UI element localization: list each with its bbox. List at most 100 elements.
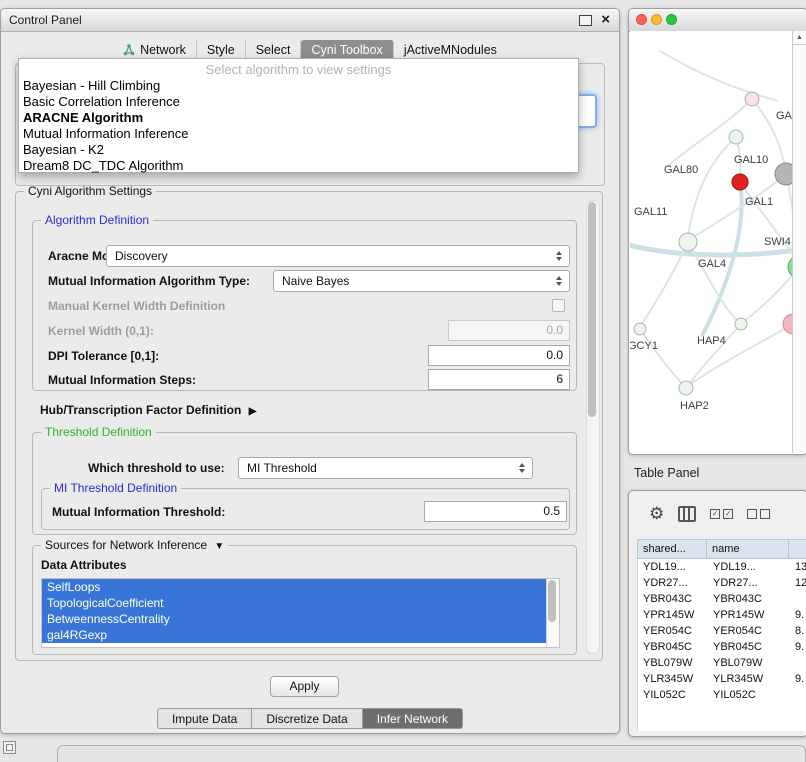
- mi-steps-field[interactable]: 6: [428, 369, 570, 390]
- network-scrollbar[interactable]: ▲: [792, 31, 806, 453]
- kernel-width-field[interactable]: 0.0: [448, 320, 570, 341]
- group-title: Algorithm Definition: [41, 213, 153, 227]
- manual-kernel-label: Manual Kernel Width Definition: [48, 295, 225, 317]
- kernel-width-label: Kernel Width (0,1):: [48, 320, 154, 342]
- tab-style[interactable]: Style: [197, 40, 246, 60]
- scroll-up-icon[interactable]: ▲: [793, 31, 806, 45]
- node-label: SWI4: [764, 236, 791, 248]
- table-row[interactable]: YDR27...YDR27...12: [638, 575, 806, 591]
- close-icon[interactable]: ×: [601, 9, 610, 31]
- deselect-all-icon[interactable]: [747, 509, 770, 519]
- node-label: HAP4: [697, 335, 726, 347]
- tab-select[interactable]: Select: [246, 40, 302, 60]
- mi-algorithm-type-label: Mutual Information Algorithm Type:: [48, 270, 250, 292]
- group-title: MI Threshold Definition: [50, 481, 181, 495]
- attribute-item[interactable]: gal4RGexp: [42, 627, 547, 643]
- algorithm-option[interactable]: Mutual Information Inference: [19, 126, 578, 142]
- control-panel-window: Control Panel × Network Style Selec: [0, 8, 620, 734]
- columns-icon[interactable]: [678, 506, 696, 522]
- tab-infer-network[interactable]: Infer Network: [363, 708, 463, 729]
- which-threshold-label: Which threshold to use:: [88, 457, 225, 479]
- column-header[interactable]: [789, 539, 806, 559]
- gear-icon[interactable]: ⚙: [649, 504, 664, 524]
- table-panel-title: Table Panel: [634, 466, 699, 480]
- table-toolbar: ⚙ ✓ ✓: [629, 499, 806, 529]
- control-panel-titlebar: Control Panel ×: [1, 9, 619, 32]
- desktop: Control Panel × Network Style Selec: [0, 0, 806, 762]
- minimize-traffic-light[interactable]: [651, 14, 662, 25]
- table-row[interactable]: YER054CYER054C8.: [638, 623, 806, 639]
- node-table: shared... name YDL19...YDL19...13 YDR27.…: [637, 539, 806, 731]
- network-view-window: GAL GAL80 GAL10 GAL11 GAL1 SWI4 GAL4 GCY…: [628, 8, 806, 455]
- algorithm-option[interactable]: Dream8 DC_TDC Algorithm: [19, 158, 578, 174]
- mi-threshold-field[interactable]: 0.5: [424, 501, 567, 522]
- apply-button[interactable]: Apply: [270, 676, 339, 697]
- attribute-item[interactable]: SelfLoops: [42, 579, 547, 595]
- network-node[interactable]: [634, 323, 646, 335]
- table-header-row: shared... name: [637, 539, 806, 559]
- scrollbar-thumb[interactable]: [588, 202, 596, 417]
- table-row[interactable]: YBR043CYBR043C: [638, 591, 806, 607]
- group-title: Threshold Definition: [41, 425, 156, 439]
- network-node[interactable]: [679, 233, 697, 251]
- tab-impute-data[interactable]: Impute Data: [157, 708, 252, 729]
- network-node[interactable]: [729, 130, 743, 144]
- node-label: GAL80: [664, 164, 698, 176]
- table-row[interactable]: YPR145WYPR145W9.: [638, 607, 806, 623]
- attribute-item[interactable]: BetweennessCentrality: [42, 611, 547, 627]
- network-node[interactable]: [735, 318, 747, 330]
- node-label: HAP2: [680, 400, 709, 412]
- network-node[interactable]: [679, 381, 693, 395]
- network-node[interactable]: [745, 92, 759, 106]
- column-header[interactable]: shared...: [637, 539, 707, 559]
- table-panel-window: ⚙ ✓ ✓ shared... name YDL19...YDL19...13 …: [628, 490, 806, 737]
- mi-threshold-label: Mutual Information Threshold:: [52, 501, 225, 523]
- node-label: GAL1: [745, 196, 773, 208]
- network-node-red[interactable]: [732, 174, 748, 190]
- table-row[interactable]: YBL079WYBL079W: [638, 655, 806, 671]
- caret-right-icon: ▶: [249, 406, 257, 417]
- zoom-traffic-light[interactable]: [666, 14, 677, 25]
- aracne-mode-combo[interactable]: Discovery: [106, 245, 570, 267]
- manual-kernel-checkbox[interactable]: [552, 299, 565, 312]
- algorithm-option[interactable]: Bayesian - K2: [19, 142, 578, 158]
- select-all-icon[interactable]: ✓ ✓: [710, 509, 733, 519]
- algorithm-option[interactable]: Basic Correlation Inference: [19, 94, 578, 110]
- column-header[interactable]: name: [707, 539, 789, 559]
- bottom-tabbar: Impute Data Discretize Data Infer Networ…: [1, 708, 619, 729]
- algorithm-option-selected[interactable]: ARACNE Algorithm: [19, 110, 578, 126]
- hub-definition-toggle[interactable]: Hub/Transcription Factor Definition ▶: [40, 402, 256, 420]
- table-row[interactable]: YDL19...YDL19...13: [638, 559, 806, 575]
- dpi-tolerance-field[interactable]: 0.0: [428, 345, 570, 366]
- algorithm-dropdown-popup: Select algorithm to view settings Bayesi…: [18, 58, 579, 173]
- node-label: GAL10: [734, 154, 768, 166]
- bottom-panel-edge: [57, 745, 806, 762]
- table-row[interactable]: YIL052CYIL052C: [638, 687, 806, 703]
- table-row[interactable]: YLR345WYLR345W9.: [638, 671, 806, 687]
- mi-algorithm-type-combo[interactable]: Naive Bayes: [273, 270, 570, 292]
- tab-discretize-data[interactable]: Discretize Data: [252, 708, 362, 729]
- close-traffic-light[interactable]: [636, 14, 647, 25]
- caret-down-icon: ▼: [214, 541, 224, 552]
- scrollbar-thumb[interactable]: [548, 580, 556, 622]
- network-graph: GAL GAL80 GAL10 GAL11 GAL1 SWI4 GAL4 GCY…: [630, 31, 797, 453]
- dpi-tolerance-label: DPI Tolerance [0,1]:: [48, 345, 159, 367]
- node-label: GAL11: [634, 206, 667, 218]
- group-title: Cyni Algorithm Settings: [24, 184, 156, 198]
- algorithm-option[interactable]: Bayesian - Hill Climbing: [19, 78, 578, 94]
- attribute-list[interactable]: SelfLoops TopologicalCoefficient Between…: [41, 578, 560, 648]
- dropdown-placeholder: Select algorithm to view settings: [19, 61, 578, 78]
- table-row[interactable]: YBR045CYBR045C9.: [638, 639, 806, 655]
- attribute-item[interactable]: TopologicalCoefficient: [42, 595, 547, 611]
- tab-jactivemnodules[interactable]: jActiveMNodules: [394, 40, 507, 60]
- data-attributes-label: Data Attributes: [41, 554, 127, 576]
- collapsed-panel-icon[interactable]: [3, 741, 16, 754]
- tab-network[interactable]: Network: [113, 40, 197, 60]
- sources-toggle[interactable]: Sources for Network Inference ▼: [41, 538, 228, 554]
- settings-scrollbar[interactable]: [586, 200, 600, 654]
- list-scrollbar[interactable]: [546, 579, 559, 647]
- which-threshold-combo[interactable]: MI Threshold: [238, 457, 533, 479]
- tab-cyni-toolbox[interactable]: Cyni Toolbox: [301, 40, 393, 60]
- network-canvas[interactable]: GAL GAL80 GAL10 GAL11 GAL1 SWI4 GAL4 GCY…: [630, 31, 806, 453]
- float-window-icon[interactable]: [579, 15, 592, 26]
